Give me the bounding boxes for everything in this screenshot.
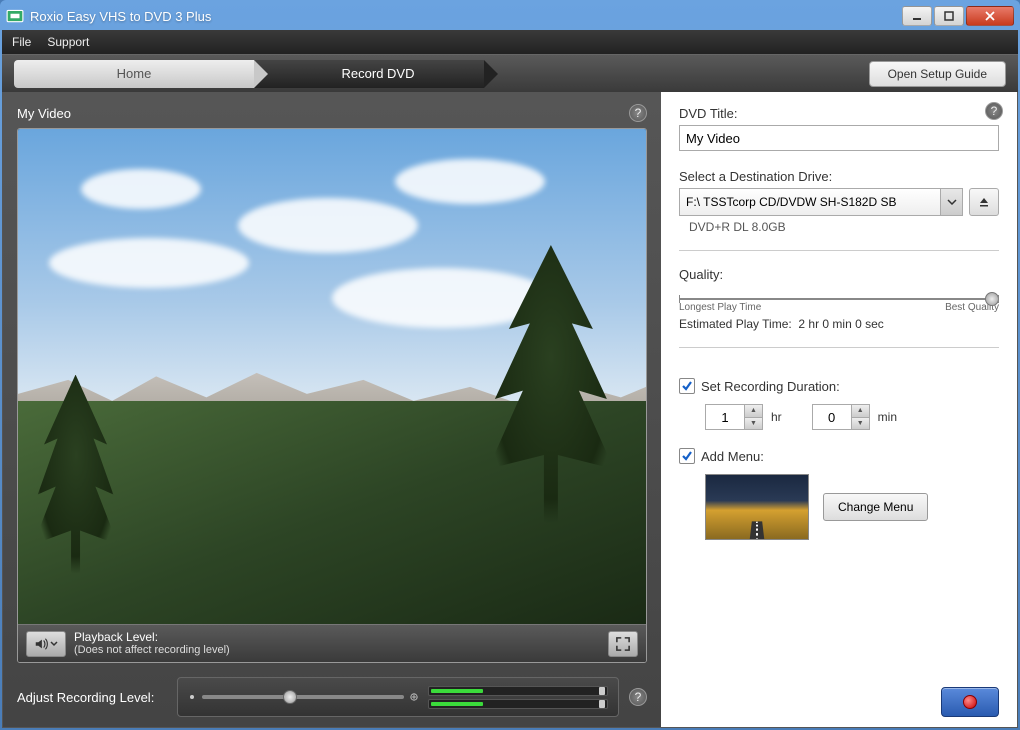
speaker-icon (34, 637, 48, 651)
recording-level-panel (177, 677, 619, 717)
duration-hours-input[interactable] (705, 404, 745, 430)
quality-label: Quality: (679, 267, 999, 282)
window-title: Roxio Easy VHS to DVD 3 Plus (30, 9, 902, 24)
add-menu-checkbox[interactable] (679, 448, 695, 464)
quality-slider[interactable] (679, 298, 999, 300)
open-setup-guide-button[interactable]: Open Setup Guide (869, 61, 1006, 87)
meter-right (428, 699, 608, 709)
eject-button[interactable] (969, 188, 999, 216)
set-duration-checkbox[interactable] (679, 378, 695, 394)
estimated-value: 2 hr 0 min 0 sec (798, 317, 883, 331)
minutes-down-button[interactable]: ▼ (852, 418, 869, 430)
change-menu-label: Change Menu (838, 500, 913, 514)
level-meters (428, 686, 608, 709)
tab-record-dvd[interactable]: Record DVD (254, 60, 484, 88)
hours-up-button[interactable]: ▲ (745, 405, 762, 418)
eject-icon (978, 196, 990, 208)
duration-minutes-input[interactable] (812, 404, 852, 430)
tab-row: Home Record DVD Open Setup Guide (2, 54, 1018, 92)
volume-button[interactable] (26, 631, 66, 657)
quality-min-label: Longest Play Time (679, 302, 761, 313)
destination-drive-select[interactable]: F:\ TSSTcorp CD/DVDW SH-S182D SB (679, 188, 963, 216)
expand-icon (616, 637, 630, 651)
meter-left (428, 686, 608, 696)
setup-guide-label: Open Setup Guide (888, 67, 987, 81)
left-panel: My Video ? (3, 92, 661, 727)
estimated-label: Estimated Play Time: (679, 317, 792, 331)
right-panel: ? DVD Title: Select a Destination Drive:… (661, 92, 1017, 727)
fullscreen-button[interactable] (608, 631, 638, 657)
menu-file[interactable]: File (12, 35, 31, 49)
lower-icon (188, 693, 196, 701)
set-duration-label: Set Recording Duration: (701, 379, 840, 394)
minimize-button[interactable] (902, 6, 932, 26)
destination-info: DVD+R DL 8.0GB (689, 220, 999, 234)
change-menu-button[interactable]: Change Menu (823, 493, 928, 521)
recording-level-slider[interactable] (202, 695, 404, 699)
adjust-recording-label: Adjust Recording Level: (17, 690, 167, 705)
dvd-title-input[interactable] (679, 125, 999, 151)
tab-home[interactable]: Home (14, 60, 254, 88)
maximize-button[interactable] (934, 6, 964, 26)
close-button[interactable] (966, 6, 1014, 26)
record-button[interactable] (941, 687, 999, 717)
menu-thumbnail[interactable] (705, 474, 809, 540)
app-icon (6, 7, 24, 25)
check-icon (681, 450, 693, 462)
tab-record-label: Record DVD (342, 66, 415, 81)
destination-label: Select a Destination Drive: (679, 169, 999, 184)
preview-controls: Playback Level: (Does not affect recordi… (18, 624, 646, 662)
playback-level-label: Playback Level: (74, 630, 600, 644)
playback-note: (Does not affect recording level) (74, 644, 600, 657)
menu-support[interactable]: Support (47, 35, 89, 49)
titlebar: Roxio Easy VHS to DVD 3 Plus (2, 2, 1018, 30)
video-preview-image (18, 129, 646, 624)
help-icon[interactable]: ? (629, 688, 647, 706)
minutes-unit: min (878, 410, 897, 424)
slider-thumb[interactable] (283, 690, 297, 704)
minutes-up-button[interactable]: ▲ (852, 405, 869, 418)
help-icon[interactable]: ? (629, 104, 647, 122)
tab-home-label: Home (117, 66, 152, 81)
hours-unit: hr (771, 410, 782, 424)
record-icon (963, 695, 977, 709)
video-title: My Video (17, 106, 71, 121)
dvd-title-label: DVD Title: (679, 106, 999, 121)
raise-icon (410, 693, 418, 701)
destination-value: F:\ TSSTcorp CD/DVDW SH-S182D SB (686, 195, 897, 209)
check-icon (681, 380, 693, 392)
chevron-down-icon (50, 640, 58, 648)
quality-thumb[interactable] (985, 292, 999, 306)
video-preview: Playback Level: (Does not affect recordi… (17, 128, 647, 663)
add-menu-label: Add Menu: (701, 449, 764, 464)
help-icon[interactable]: ? (985, 102, 1003, 120)
menubar: File Support (2, 30, 1018, 54)
hours-down-button[interactable]: ▼ (745, 418, 762, 430)
